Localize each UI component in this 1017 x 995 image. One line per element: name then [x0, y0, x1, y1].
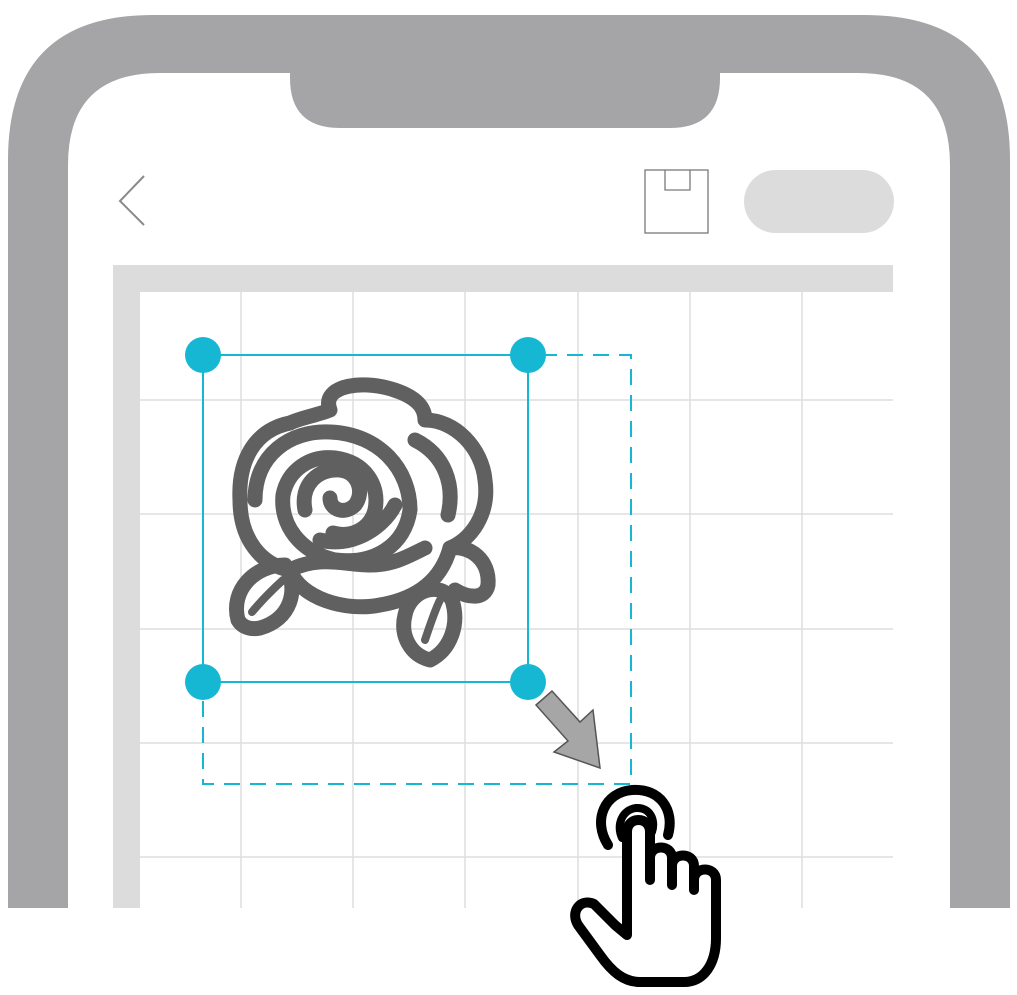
bottom-crop: [0, 908, 1017, 995]
design-canvas[interactable]: [113, 265, 893, 908]
back-chevron-left-icon[interactable]: [118, 175, 145, 226]
app-header: [118, 169, 894, 234]
canvas-grid-area: [140, 292, 893, 908]
action-button[interactable]: [744, 170, 894, 233]
handle-top-left[interactable]: [185, 337, 221, 373]
handle-top-right[interactable]: [510, 337, 546, 373]
handle-bottom-right[interactable]: [510, 664, 546, 700]
save-icon[interactable]: [644, 169, 709, 234]
handle-bottom-left[interactable]: [185, 664, 221, 700]
phone-screen-illustration: [0, 0, 1017, 995]
